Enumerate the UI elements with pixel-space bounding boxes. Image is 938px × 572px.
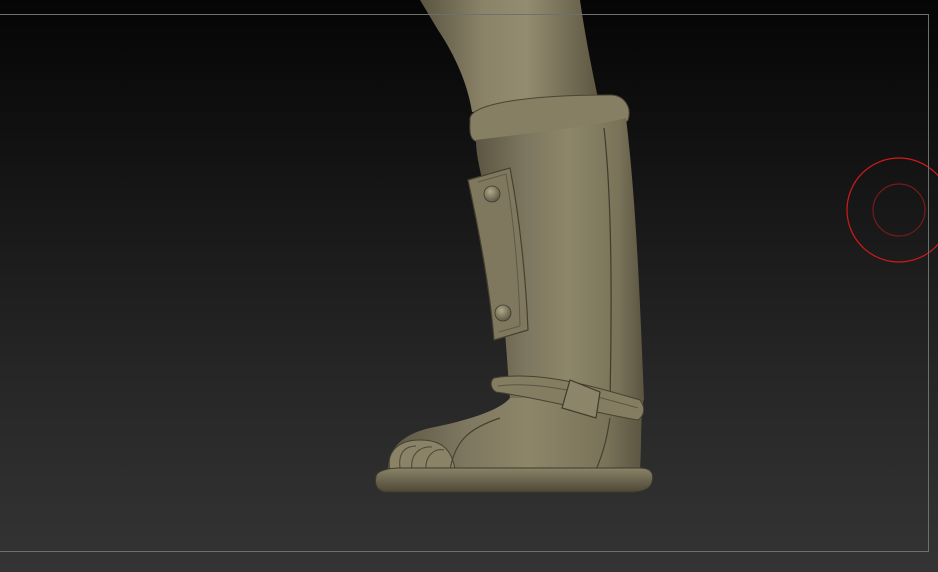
boot-sole xyxy=(375,467,654,493)
rivet-top xyxy=(483,185,501,203)
canvas-viewport[interactable] xyxy=(0,0,938,572)
sculpt-model-boot[interactable] xyxy=(0,0,938,572)
rivet-bottom xyxy=(494,304,512,322)
